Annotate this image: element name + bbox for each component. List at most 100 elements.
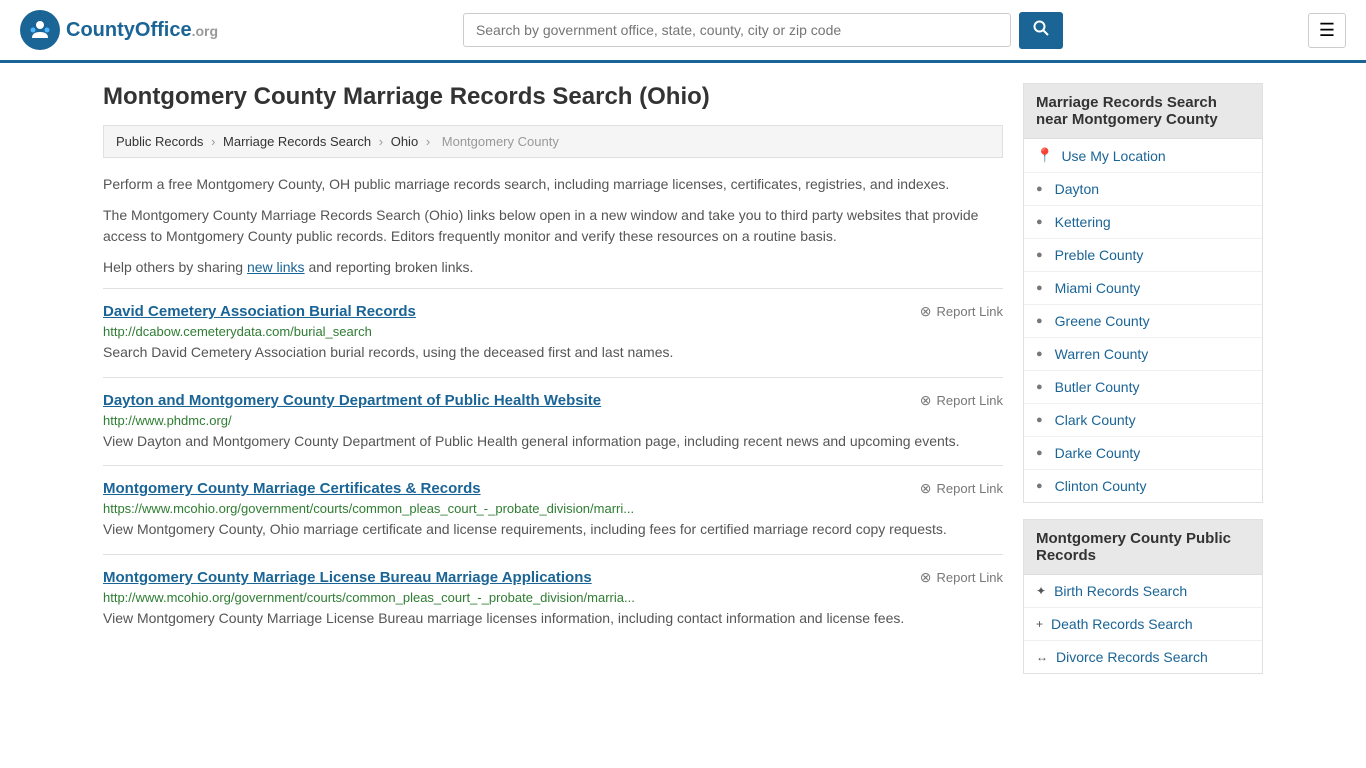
result-title[interactable]: Montgomery County Marriage Certificates … [103,480,481,497]
nearby-list: 📍 Use My Location ●Dayton●Kettering●Preb… [1024,139,1262,502]
nearby-list-item[interactable]: ●Greene County [1024,305,1262,338]
nearby-link[interactable]: ●Butler County [1024,371,1262,403]
location-icon: 📍 [1036,147,1053,164]
result-title[interactable]: David Cemetery Association Burial Record… [103,303,416,320]
nearby-list-item[interactable]: ●Miami County [1024,272,1262,305]
nearby-link[interactable]: ●Greene County [1024,305,1262,337]
results-list: David Cemetery Association Burial Record… [103,288,1003,642]
result-header: Montgomery County Marriage License Burea… [103,569,1003,590]
nearby-link-label: Clinton County [1055,478,1147,494]
nearby-link-label: Preble County [1055,247,1144,263]
public-records-link[interactable]: ↔Divorce Records Search [1024,641,1262,673]
page-title: Montgomery County Marriage Records Searc… [103,83,1003,111]
search-input[interactable] [463,13,1011,47]
report-link[interactable]: ⊗ Report Link [920,569,1003,586]
report-icon: ⊗ [920,480,932,497]
use-location-item[interactable]: 📍 Use My Location [1024,139,1262,173]
breadcrumb-ohio[interactable]: Ohio [391,134,418,149]
report-icon: ⊗ [920,569,932,586]
nearby-link[interactable]: ●Darke County [1024,437,1262,469]
nearby-link-label: Clark County [1055,412,1136,428]
logo-county: County [66,19,135,41]
public-records-list-item[interactable]: +Death Records Search [1024,608,1262,641]
report-icon: ⊗ [920,303,932,320]
report-label: Report Link [937,304,1003,319]
report-link[interactable]: ⊗ Report Link [920,303,1003,320]
logo-org: .org [192,23,218,39]
breadcrumb-marriage[interactable]: Marriage Records Search [223,134,371,149]
search-button[interactable] [1019,12,1063,49]
main-container: Montgomery County Marriage Records Searc… [83,63,1283,710]
new-links-link[interactable]: new links [247,259,305,275]
logo-office: Office [135,19,192,41]
nearby-list-item[interactable]: ●Preble County [1024,239,1262,272]
result-item: Montgomery County Marriage Certificates … [103,465,1003,554]
nearby-list-item[interactable]: ●Clark County [1024,404,1262,437]
nearby-link-label: Dayton [1055,181,1099,197]
report-icon: ⊗ [920,392,932,409]
logo-icon [20,10,60,50]
nearby-link[interactable]: ●Kettering [1024,206,1262,238]
result-title[interactable]: Dayton and Montgomery County Department … [103,392,601,409]
description-2: The Montgomery County Marriage Records S… [103,205,1003,247]
nearby-link[interactable]: ●Clinton County [1024,470,1262,502]
nearby-list-item[interactable]: ●Butler County [1024,371,1262,404]
content-area: Montgomery County Marriage Records Searc… [103,83,1003,690]
nearby-list-item[interactable]: ●Warren County [1024,338,1262,371]
result-header: Dayton and Montgomery County Department … [103,392,1003,413]
nearby-link[interactable]: ●Dayton [1024,173,1262,205]
nearby-list-item[interactable]: ●Kettering [1024,206,1262,239]
header: CountyOffice.org ☰ [0,0,1366,63]
nearby-section-header: Marriage Records Search near Montgomery … [1024,84,1262,139]
public-records-list-item[interactable]: ↔Divorce Records Search [1024,641,1262,673]
nearby-link[interactable]: ●Warren County [1024,338,1262,370]
result-url[interactable]: https://www.mcohio.org/government/courts… [103,501,1003,516]
nearby-link-label: Darke County [1055,445,1141,461]
report-label: Report Link [937,570,1003,585]
nearby-list-item[interactable]: ●Clinton County [1024,470,1262,502]
report-link[interactable]: ⊗ Report Link [920,480,1003,497]
result-url[interactable]: http://www.phdmc.org/ [103,413,1003,428]
public-records-header: Montgomery County Public Records [1024,520,1262,575]
nearby-link-label: Butler County [1055,379,1140,395]
result-header: Montgomery County Marriage Certificates … [103,480,1003,501]
result-description: Search David Cemetery Association burial… [103,343,1003,363]
result-item: Dayton and Montgomery County Department … [103,377,1003,466]
menu-button[interactable]: ☰ [1308,13,1346,48]
logo-text[interactable]: CountyOffice.org [66,19,218,42]
records-icon: ✦ [1036,584,1046,598]
desc3-suffix: and reporting broken links. [305,259,474,275]
result-description: View Montgomery County, Ohio marriage ce… [103,520,1003,540]
result-item: David Cemetery Association Burial Record… [103,288,1003,377]
nearby-section: Marriage Records Search near Montgomery … [1023,83,1263,503]
public-records-link-label: Death Records Search [1051,616,1193,632]
public-records-link-label: Divorce Records Search [1056,649,1208,665]
public-records-link[interactable]: ✦ Birth Records Search [1024,575,1262,607]
nearby-list-item[interactable]: ●Darke County [1024,437,1262,470]
nearby-link[interactable]: ●Miami County [1024,272,1262,304]
breadcrumb-public-records[interactable]: Public Records [116,134,203,149]
public-records-link-label: Birth Records Search [1054,583,1187,599]
result-url[interactable]: http://www.mcohio.org/government/courts/… [103,590,1003,605]
nearby-link[interactable]: ●Preble County [1024,239,1262,271]
use-location-link[interactable]: 📍 Use My Location [1024,139,1262,172]
public-records-link[interactable]: +Death Records Search [1024,608,1262,640]
description-3: Help others by sharing new links and rep… [103,257,1003,278]
report-label: Report Link [937,481,1003,496]
result-title[interactable]: Montgomery County Marriage License Burea… [103,569,592,586]
description-1: Perform a free Montgomery County, OH pub… [103,174,1003,195]
report-label: Report Link [937,393,1003,408]
public-records-list-item[interactable]: ✦ Birth Records Search [1024,575,1262,608]
nearby-link-label: Warren County [1055,346,1149,362]
nearby-link-label: Greene County [1055,313,1150,329]
nearby-link[interactable]: ●Clark County [1024,404,1262,436]
nearby-list-item[interactable]: ●Dayton [1024,173,1262,206]
nearby-link-label: Miami County [1055,280,1141,296]
result-description: View Montgomery County Marriage License … [103,609,1003,629]
header-right: ☰ [1308,13,1346,48]
search-area [463,12,1063,49]
result-url[interactable]: http://dcabow.cemeterydata.com/burial_se… [103,324,1003,339]
breadcrumb-county: Montgomery County [442,134,559,149]
public-records-section: Montgomery County Public Records ✦ Birth … [1023,519,1263,674]
report-link[interactable]: ⊗ Report Link [920,392,1003,409]
